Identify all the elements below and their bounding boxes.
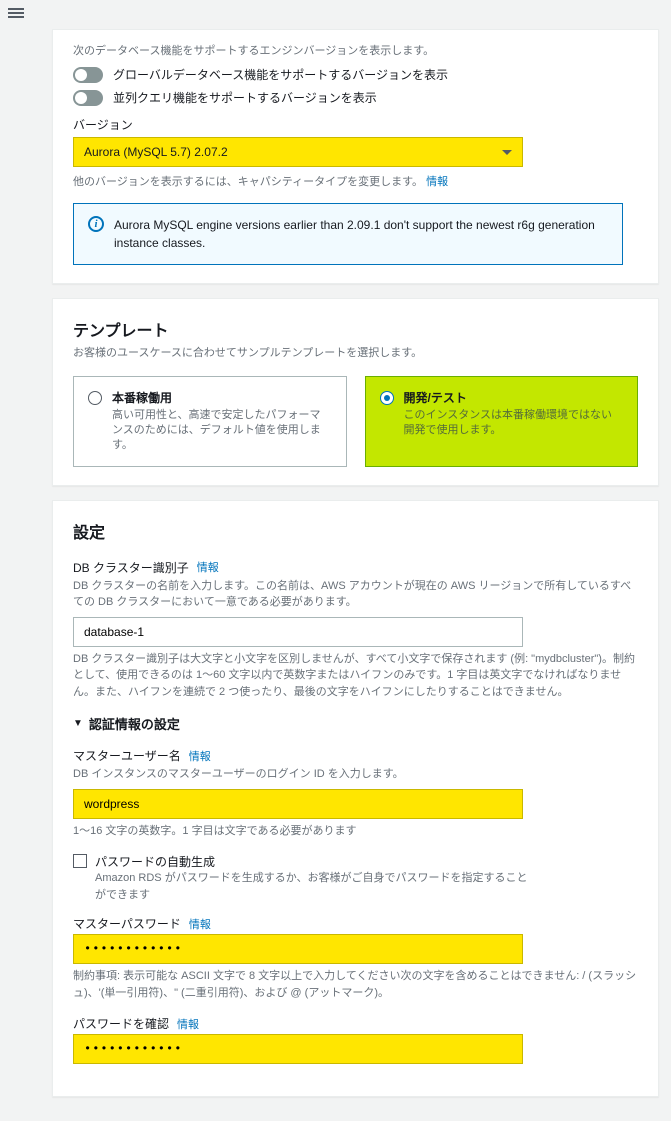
info-alert: i Aurora MySQL engine versions earlier t…: [73, 203, 623, 265]
devtest-title: 開発/テスト: [404, 389, 624, 406]
template-option-production[interactable]: 本番稼働用 高い可用性と、高速で安定したパフォーマンスのためには、デフォルト値を…: [73, 376, 347, 467]
production-desc: 高い可用性と、高速で安定したパフォーマンスのためには、デフォルト値を使用します。: [112, 408, 332, 454]
auto-password-checkbox[interactable]: [73, 854, 87, 868]
cluster-id-input[interactable]: [73, 617, 523, 647]
master-user-input[interactable]: [73, 789, 523, 819]
templates-title: テンプレート: [73, 317, 638, 341]
credentials-title: 認証情報の設定: [89, 714, 180, 733]
menu-icon[interactable]: [8, 6, 24, 20]
master-pw-label: マスターパスワード: [73, 915, 181, 932]
version-note: 他のバージョンを表示するには、キャパシティータイプを変更します。: [73, 176, 423, 188]
auto-password-desc: Amazon RDS がパスワードを生成するか、お客様がご自身でパスワードを指定…: [95, 870, 535, 903]
master-user-label: マスターユーザー名: [73, 747, 181, 764]
master-pw-hint: 制約事項: 表示可能な ASCII 文字で 8 文字以上で入力してください次の文…: [73, 968, 638, 1001]
toggle-global-db-label: グローバルデータベース機能をサポートするバージョンを表示: [113, 66, 448, 83]
radio-devtest[interactable]: [380, 391, 394, 405]
toggle-parallel-query[interactable]: [73, 90, 103, 106]
chevron-down-icon: ▼: [73, 718, 83, 729]
template-option-devtest[interactable]: 開発/テスト このインスタンスは本番稼働環境ではない開発で使用します。: [365, 376, 639, 467]
cluster-id-hint: DB クラスター識別子は大文字と小文字を区別しませんが、すべて小文字で保存されま…: [73, 651, 638, 701]
version-info-link[interactable]: 情報: [426, 176, 448, 188]
templates-subtitle: お客様のユースケースに合わせてサンプルテンプレートを選択します。: [73, 345, 638, 362]
confirm-password-input[interactable]: [73, 1034, 523, 1064]
master-user-info-link[interactable]: 情報: [189, 748, 211, 764]
master-password-input[interactable]: [73, 934, 523, 964]
confirm-pw-info-link[interactable]: 情報: [177, 1016, 199, 1032]
toggle-global-db[interactable]: [73, 67, 103, 83]
version-value: Aurora (MySQL 5.7) 2.07.2: [84, 145, 228, 159]
devtest-desc: このインスタンスは本番稼働環境ではない開発で使用します。: [404, 408, 624, 439]
master-pw-info-link[interactable]: 情報: [189, 916, 211, 932]
confirm-pw-label: パスワードを確認: [73, 1015, 169, 1032]
version-label: バージョン: [73, 116, 638, 133]
settings-panel: 設定 DB クラスター識別子 情報 DB クラスターの名前を入力します。この名前…: [52, 500, 659, 1098]
info-icon: i: [88, 216, 104, 232]
auto-password-label: パスワードの自動生成: [95, 853, 535, 870]
toggle-parallel-query-label: 並列クエリ機能をサポートするバージョンを表示: [113, 89, 377, 106]
master-user-desc: DB インスタンスのマスターユーザーのログイン ID を入力します。: [73, 766, 638, 783]
production-title: 本番稼働用: [112, 389, 332, 406]
chevron-down-icon: [502, 150, 512, 155]
templates-panel: テンプレート お客様のユースケースに合わせてサンプルテンプレートを選択します。 …: [52, 298, 659, 486]
master-user-hint: 1〜16 文字の英数字。1 字目は文字である必要があります: [73, 823, 638, 840]
version-select[interactable]: Aurora (MySQL 5.7) 2.07.2: [73, 137, 523, 167]
cluster-id-info-link[interactable]: 情報: [197, 559, 219, 575]
settings-title: 設定: [73, 519, 638, 543]
engine-desc: 次のデータベース機能をサポートするエンジンバージョンを表示します。: [73, 40, 638, 58]
engine-version-panel: 次のデータベース機能をサポートするエンジンバージョンを表示します。 グローバルデ…: [52, 29, 659, 284]
radio-production[interactable]: [88, 391, 102, 405]
info-text: Aurora MySQL engine versions earlier tha…: [114, 216, 608, 252]
credentials-header[interactable]: ▼ 認証情報の設定: [73, 714, 638, 733]
cluster-id-label: DB クラスター識別子: [73, 559, 189, 576]
cluster-id-desc: DB クラスターの名前を入力します。この名前は、AWS アカウントが現在の AW…: [73, 578, 638, 611]
